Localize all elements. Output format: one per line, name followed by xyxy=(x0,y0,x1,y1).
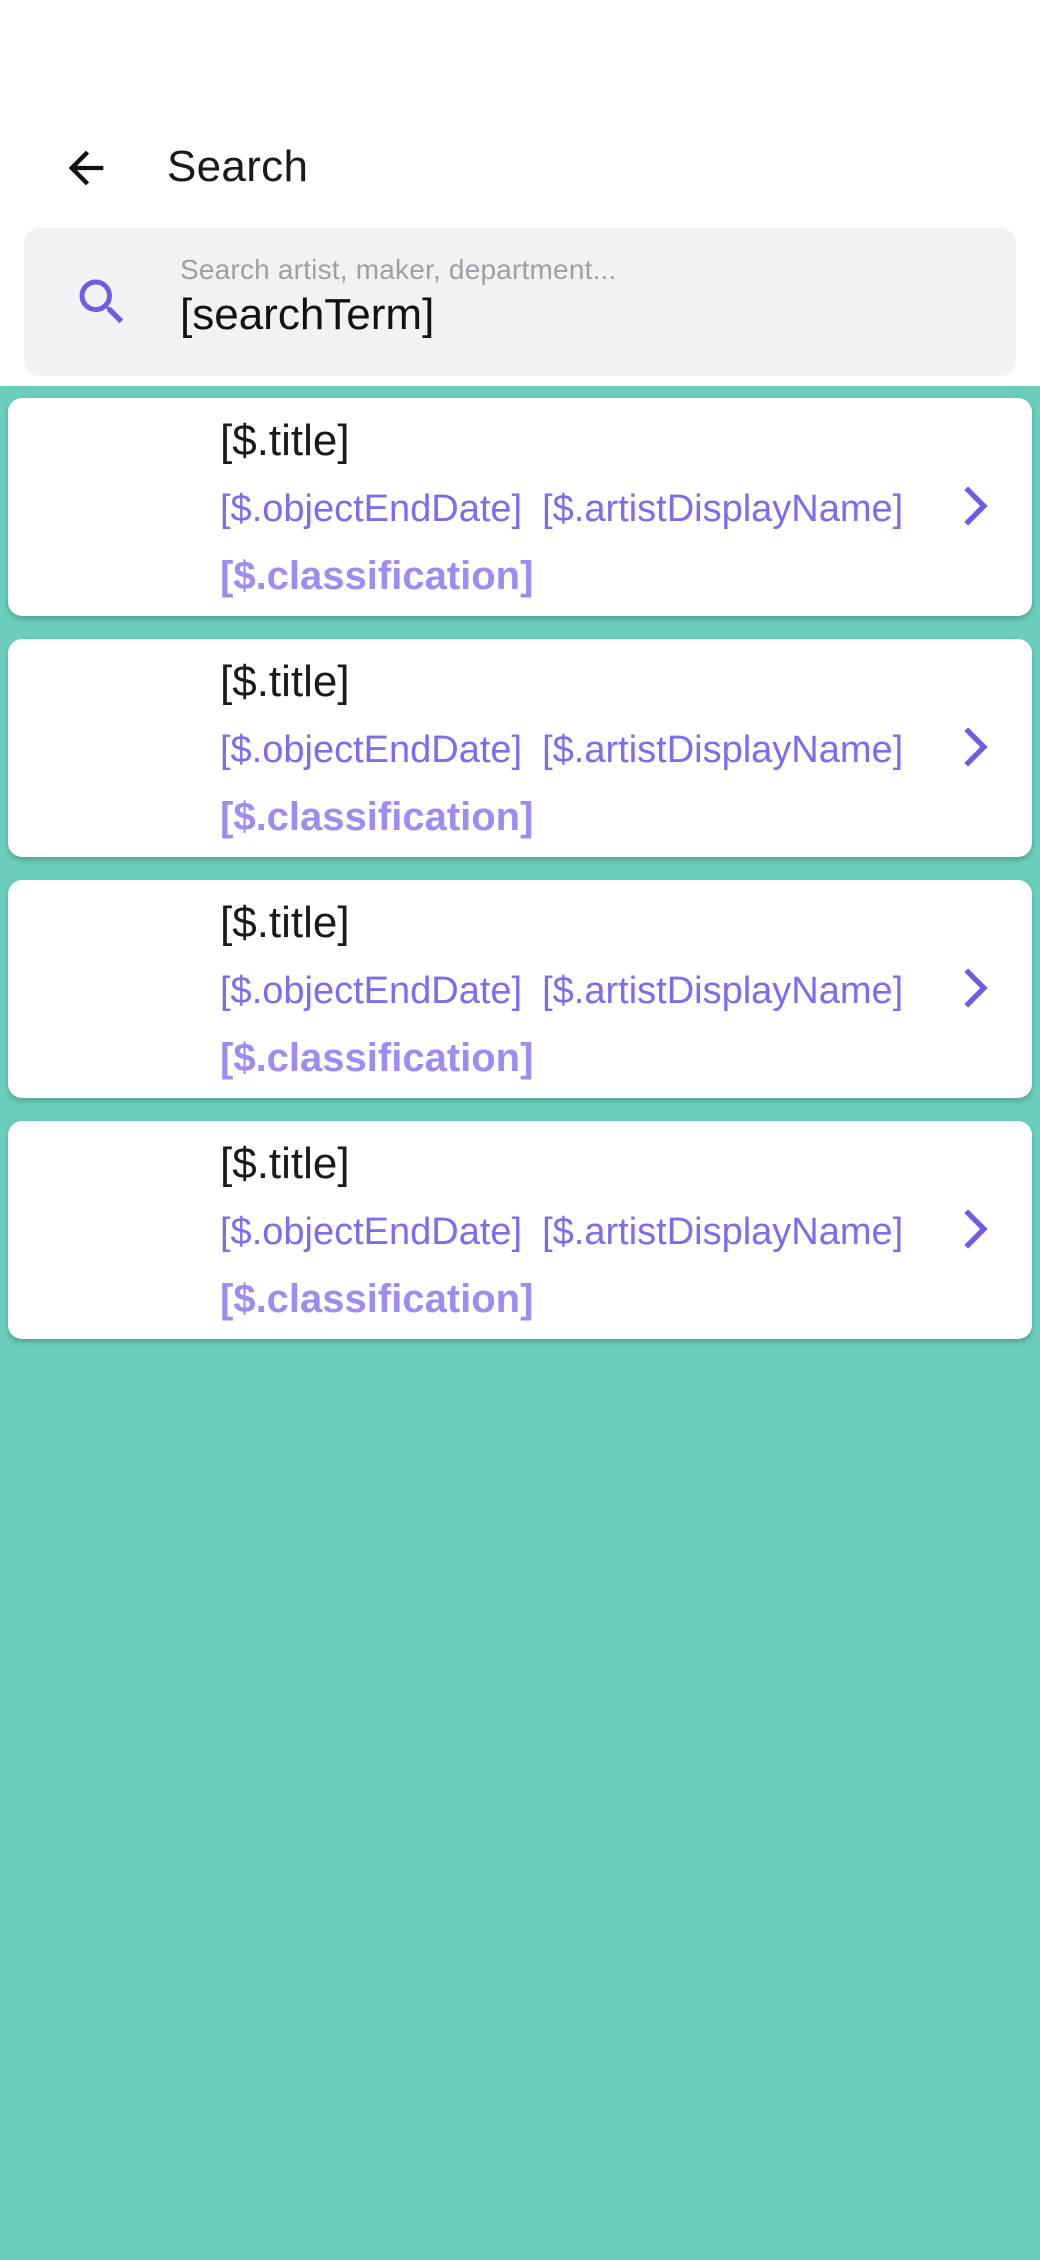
search-input[interactable]: [searchTerm] xyxy=(180,290,960,340)
result-card[interactable]: [$.title] [$.objectEndDate] [$.artistDisp… xyxy=(8,880,1032,1098)
result-artist: [$.artistDisplayName] xyxy=(542,1211,904,1253)
chevron-right-icon xyxy=(964,486,988,526)
chevron-right-icon xyxy=(964,968,988,1008)
result-artist: [$.artistDisplayName] xyxy=(542,729,904,771)
result-end-date: [$.objectEndDate] xyxy=(220,729,523,771)
result-classification: [$.classification] xyxy=(220,1036,534,1080)
result-classification: [$.classification] xyxy=(220,554,534,598)
search-field[interactable]: Search artist, maker, department... [sea… xyxy=(24,228,1016,376)
result-end-date: [$.objectEndDate] xyxy=(220,970,523,1012)
result-classification: [$.classification] xyxy=(220,795,534,839)
result-card[interactable]: [$.title] [$.objectEndDate] [$.artistDisp… xyxy=(8,639,1032,857)
result-meta: [$.objectEndDate] [$.artistDisplayName] xyxy=(220,488,903,531)
chevron-right-icon xyxy=(964,727,988,767)
header-area: Search Search artist, maker, department.… xyxy=(0,0,1040,386)
result-end-date: [$.objectEndDate] xyxy=(220,1211,523,1253)
result-title: [$.title] xyxy=(220,898,350,947)
result-card[interactable]: [$.title] [$.objectEndDate] [$.artistDisp… xyxy=(8,1121,1032,1339)
search-icon xyxy=(79,279,124,324)
result-card[interactable]: [$.title] [$.objectEndDate] [$.artistDisp… xyxy=(8,398,1032,616)
result-title: [$.title] xyxy=(220,1139,350,1188)
result-meta: [$.objectEndDate] [$.artistDisplayName] xyxy=(220,1211,903,1254)
page-title: Search xyxy=(167,142,309,191)
back-button[interactable] xyxy=(50,140,122,196)
arrow-left-icon xyxy=(68,150,104,186)
result-classification: [$.classification] xyxy=(220,1277,534,1321)
app-bar: Search xyxy=(0,120,1040,216)
result-end-date: [$.objectEndDate] xyxy=(220,488,523,530)
result-artist: [$.artistDisplayName] xyxy=(542,970,904,1012)
result-title: [$.title] xyxy=(220,416,350,465)
result-title: [$.title] xyxy=(220,657,350,706)
result-meta: [$.objectEndDate] [$.artistDisplayName] xyxy=(220,729,903,772)
result-meta: [$.objectEndDate] [$.artistDisplayName] xyxy=(220,970,903,1013)
result-artist: [$.artistDisplayName] xyxy=(542,488,904,530)
search-placeholder-label: Search artist, maker, department... xyxy=(180,254,617,285)
chevron-right-icon xyxy=(964,1209,988,1249)
